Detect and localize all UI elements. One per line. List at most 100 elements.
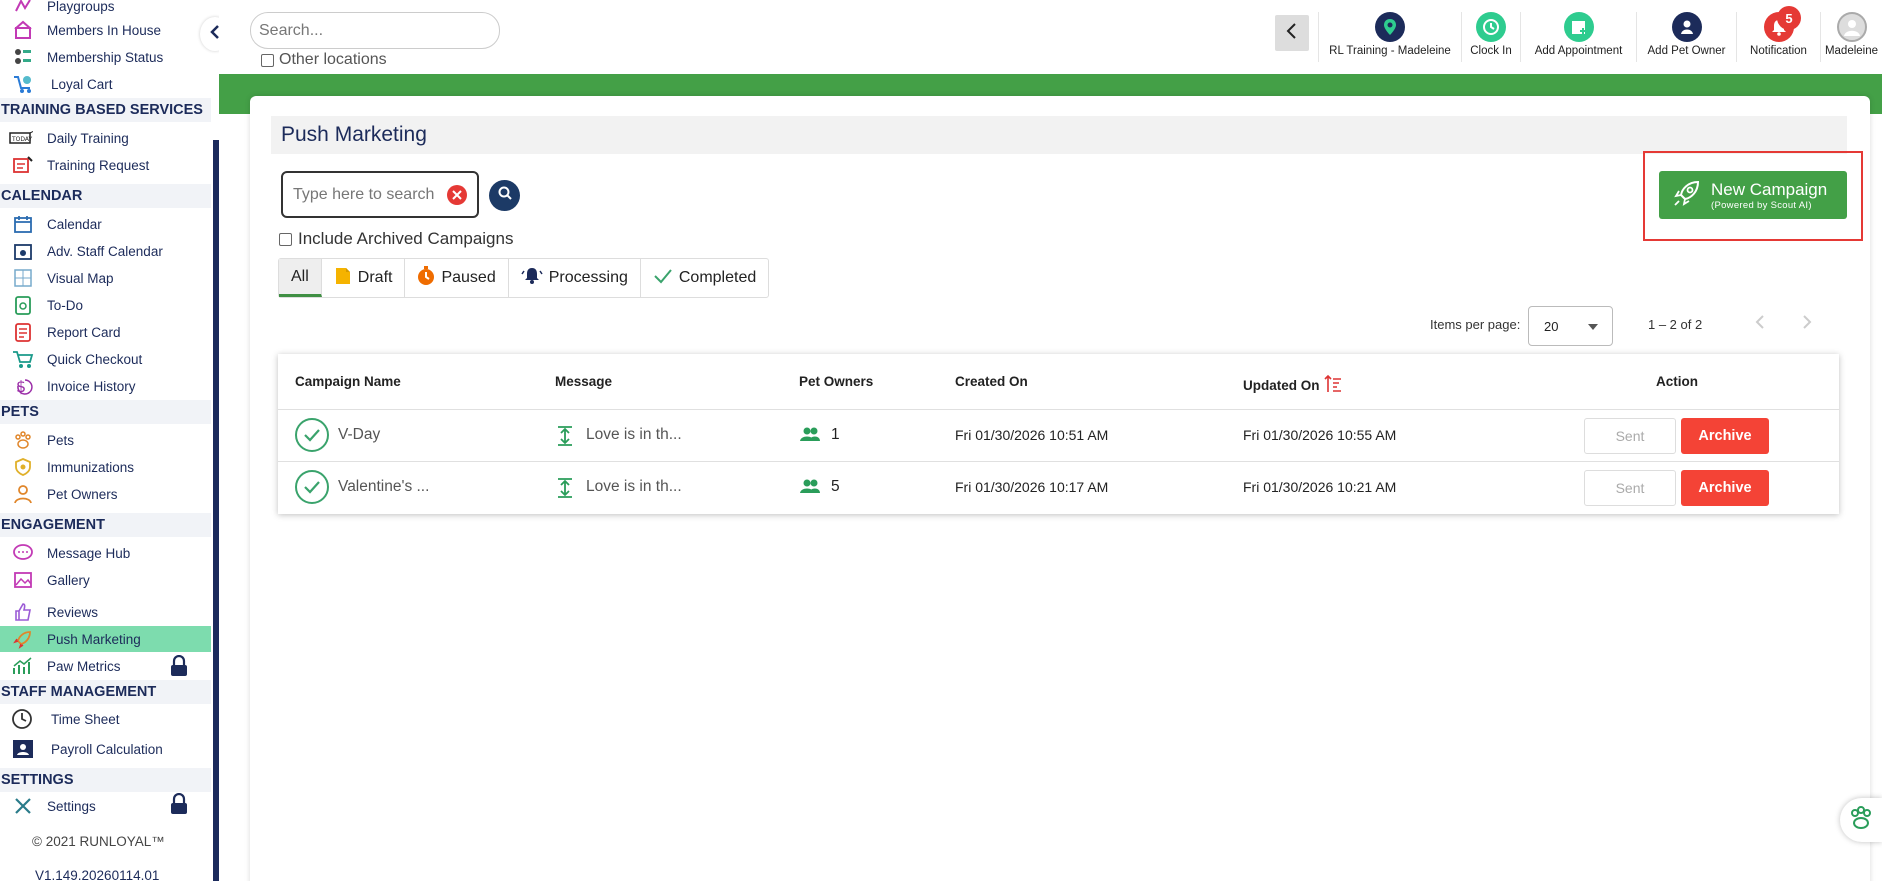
sidebar-item-adv-staff-calendar[interactable]: Adv. Staff Calendar: [0, 238, 211, 264]
status-tabs: All Draft Paused Processing Completed: [278, 258, 770, 298]
tab-all[interactable]: All: [279, 259, 322, 297]
tools-icon: [11, 794, 35, 818]
new-campaign-button[interactable]: New Campaign (Powered by Scout AI): [1659, 171, 1847, 219]
other-locations-checkbox[interactable]: Other locations: [261, 51, 387, 69]
svg-text:TODAY: TODAY: [11, 136, 33, 143]
user-menu[interactable]: Madeleine: [1820, 12, 1882, 62]
sidebar-item-pets[interactable]: Pets: [0, 427, 211, 453]
sidebar-item-immunizations[interactable]: Immunizations: [0, 454, 211, 480]
gallery-icon: [11, 568, 35, 592]
campaign-name[interactable]: Valentine's ...: [338, 478, 429, 496]
global-search-input[interactable]: Search...: [250, 12, 500, 49]
tab-processing[interactable]: Processing: [509, 259, 641, 297]
draft-icon: [334, 266, 352, 291]
assistant-chat-button[interactable]: [1840, 798, 1882, 842]
chevron-left-icon: [1285, 22, 1299, 45]
add-pet-owner-button[interactable]: Add Pet Owner: [1636, 12, 1736, 62]
sidebar-item-report-card[interactable]: Report Card: [0, 319, 211, 345]
previous-page-button[interactable]: [1750, 312, 1770, 336]
report-icon: [11, 320, 35, 344]
membership-icon: [11, 45, 35, 69]
sidebar-item-paw-metrics[interactable]: Paw Metrics: [0, 653, 211, 679]
new-campaign-text: New Campaign (Powered by Scout AI): [1711, 179, 1828, 211]
sidebar-item-pet-owners[interactable]: Pet Owners: [0, 481, 211, 507]
pagination-range: 1 – 2 of 2: [1648, 317, 1703, 332]
sidebar-scrollbar[interactable]: [213, 140, 219, 881]
sidebar-item-membership-status[interactable]: Membership Status: [0, 44, 211, 70]
timer-icon: [417, 265, 435, 291]
staff-calendar-icon: [11, 239, 35, 263]
campaign-name[interactable]: V-Day: [338, 426, 380, 444]
sent-button[interactable]: Sent: [1584, 418, 1676, 454]
sort-desc-icon[interactable]: [1323, 374, 1342, 397]
page-title: Push Marketing: [271, 116, 1847, 154]
col-campaign-name[interactable]: Campaign Name: [295, 374, 401, 389]
location-selector[interactable]: RL Training - Madeleine: [1318, 12, 1461, 62]
clock-in-button[interactable]: Clock In: [1461, 12, 1520, 62]
check-icon: [653, 267, 673, 290]
table-row[interactable]: V-Day Love is in th... 1 Fri 01/30/2026 …: [278, 409, 1839, 461]
sidebar-item-visual-map[interactable]: Visual Map: [0, 265, 211, 291]
sidebar-item-quick-checkout[interactable]: Quick Checkout: [0, 346, 211, 372]
sidebar-item-daily-training[interactable]: TODAY Daily Training: [0, 125, 211, 151]
sidebar-item-invoice-history[interactable]: $ Invoice History: [0, 373, 211, 399]
items-per-page-select[interactable]: 20: [1528, 306, 1613, 346]
sidebar-item-payroll-calculation[interactable]: Payroll Calculation: [0, 736, 211, 762]
expand-message-icon[interactable]: [556, 477, 574, 504]
sidebar-item-members-in-house[interactable]: Members In House: [0, 17, 211, 43]
col-updated-on[interactable]: Updated On: [1243, 374, 1342, 397]
back-button[interactable]: [1275, 15, 1309, 51]
people-icon: [799, 478, 821, 501]
campaign-message: Love is in th...: [586, 478, 682, 495]
location-pin-icon: [1375, 12, 1405, 42]
checkbox[interactable]: [279, 232, 292, 246]
playgroups-icon: [11, 0, 35, 18]
calendar-icon: [11, 212, 35, 236]
campaigns-table: Campaign Name Message Pet Owners Created…: [278, 354, 1839, 514]
created-on: Fri 01/30/2026 10:51 AM: [955, 427, 1109, 443]
sidebar-item-push-marketing[interactable]: Push Marketing: [0, 626, 211, 652]
shield-icon: [11, 455, 35, 479]
paw-icon: [1847, 804, 1875, 837]
version: V1.149.20260114.01: [35, 868, 160, 881]
col-created-on[interactable]: Created On: [955, 374, 1028, 389]
include-archived-checkbox[interactable]: Include Archived Campaigns: [279, 229, 513, 249]
payroll-icon: [11, 737, 35, 761]
campaign-message: Love is in th...: [586, 426, 682, 443]
map-icon: [11, 266, 35, 290]
sidebar-item-loyal-cart[interactable]: Loyal Cart: [0, 71, 211, 97]
dropdown-arrow-icon: [1588, 324, 1598, 330]
section-calendar: CALENDAR: [0, 184, 211, 208]
clock-icon: [1476, 12, 1506, 42]
todo-icon: [11, 293, 35, 317]
tab-completed[interactable]: Completed: [641, 259, 768, 297]
sidebar-item-reviews[interactable]: Reviews: [0, 599, 211, 625]
section-staff-management: STAFF MANAGEMENT: [0, 680, 211, 704]
col-message[interactable]: Message: [555, 374, 612, 389]
sidebar-item-calendar[interactable]: Calendar: [0, 211, 211, 237]
expand-message-icon[interactable]: [556, 425, 574, 452]
sidebar-item-settings[interactable]: Settings: [0, 792, 211, 819]
sidebar-item-training-request[interactable]: Training Request: [0, 152, 211, 178]
search-button[interactable]: [489, 180, 520, 211]
archive-button[interactable]: Archive: [1681, 418, 1769, 454]
tab-paused[interactable]: Paused: [405, 259, 509, 297]
campaign-search-input[interactable]: Type here to search: [281, 171, 479, 218]
clear-search-icon[interactable]: [447, 185, 467, 205]
sidebar-item-time-sheet[interactable]: Time Sheet: [0, 706, 211, 732]
section-training: TRAINING BASED SERVICES: [0, 98, 211, 122]
checkbox[interactable]: [261, 53, 274, 67]
training-icon: TODAY: [9, 126, 33, 150]
lock-icon: [169, 792, 189, 815]
archive-button[interactable]: Archive: [1681, 470, 1769, 506]
next-page-button[interactable]: [1797, 312, 1817, 336]
tab-draft[interactable]: Draft: [322, 259, 406, 297]
table-row[interactable]: Valentine's ... Love is in th... 5 Fri 0…: [278, 461, 1839, 513]
sidebar-item-to-do[interactable]: To-Do: [0, 292, 211, 318]
sent-button[interactable]: Sent: [1584, 470, 1676, 506]
col-pet-owners[interactable]: Pet Owners: [799, 374, 873, 389]
add-appointment-button[interactable]: Add Appointment: [1520, 12, 1636, 62]
sidebar-item-message-hub[interactable]: Message Hub: [0, 540, 211, 566]
updated-on: Fri 01/30/2026 10:55 AM: [1243, 427, 1397, 443]
sidebar-item-gallery[interactable]: Gallery: [0, 567, 211, 593]
